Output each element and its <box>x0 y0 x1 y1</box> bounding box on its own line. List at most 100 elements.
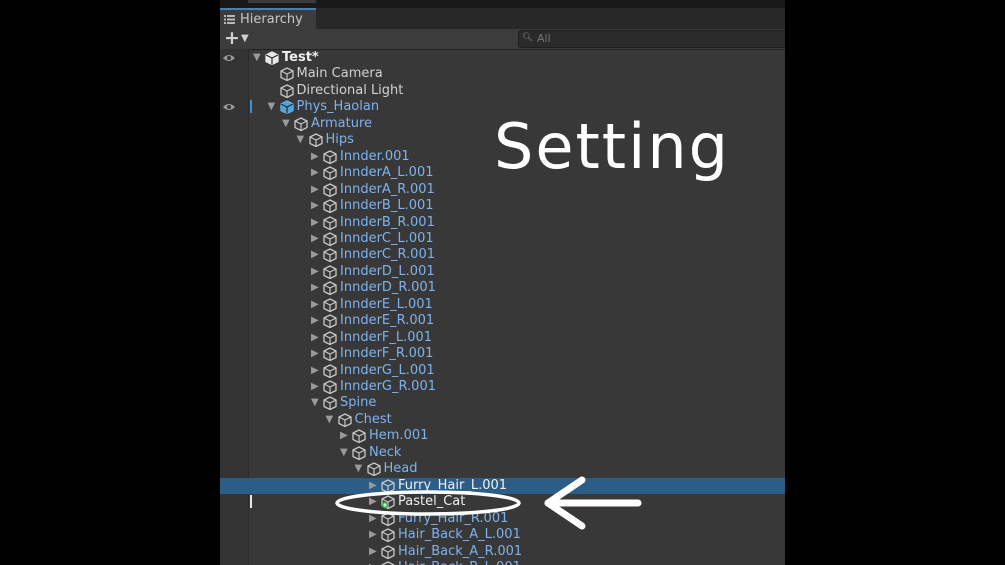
gameobject-cube-icon <box>323 363 337 378</box>
gameobject-cube-icon <box>323 232 337 246</box>
tree-row-label: InnderB_R.001 <box>340 214 435 230</box>
expand-down-icon[interactable]: ▼ <box>297 132 307 148</box>
gameobject-cube-icon <box>308 133 323 148</box>
gameobject-cube-icon <box>323 314 337 329</box>
tree-row-label: Neck <box>369 444 402 460</box>
expand-right-icon[interactable]: ▶ <box>311 297 321 313</box>
gameobject-cube-icon <box>337 413 352 427</box>
tree-row-label: InnderA_L.001 <box>340 165 434 181</box>
expand-right-icon[interactable]: ▶ <box>311 346 321 362</box>
expand-right-icon[interactable]: ▶ <box>311 247 321 263</box>
tree-row-label: Innder.001 <box>340 148 410 164</box>
tree-row-label: Hair_Back_B_L.001 <box>398 560 521 565</box>
gameobject-cube-icon <box>381 528 395 543</box>
tree-row-label: InnderD_R.001 <box>340 280 436 296</box>
tree-row[interactable]: ▶ InnderC_R.001 <box>220 247 785 264</box>
tree-row[interactable]: ▶ InnderB_L.001 <box>220 198 785 215</box>
gameobject-cube-icon <box>294 117 308 131</box>
tree-row-label: Main Camera <box>296 66 383 82</box>
gameobject-cube-icon <box>323 166 337 181</box>
gameobject-cube-icon <box>323 199 337 214</box>
gameobject-cube-icon <box>323 396 337 411</box>
tree-row-label: InnderC_R.001 <box>340 247 435 263</box>
expand-right-icon[interactable]: ▶ <box>311 379 321 395</box>
chevron-down-icon: ▼ <box>241 33 249 44</box>
tree-row[interactable]: ▶ InnderG_L.001 <box>220 363 785 380</box>
tree-row-label: InnderE_R.001 <box>340 313 435 329</box>
tree-row[interactable]: Main Camera <box>220 66 785 83</box>
expand-right-icon[interactable]: ▶ <box>369 544 379 560</box>
tree-row[interactable]: ▶ InnderE_L.001 <box>220 297 785 314</box>
expand-down-icon[interactable]: ▼ <box>253 50 263 66</box>
expand-right-icon[interactable]: ▶ <box>311 215 321 231</box>
expand-right-icon[interactable]: ▶ <box>311 182 321 198</box>
gameobject-cube-icon <box>352 446 366 460</box>
tree-row[interactable]: ▼ Chest <box>220 412 785 429</box>
expand-right-icon[interactable]: ▶ <box>311 363 321 379</box>
annotation-overlay <box>335 476 642 530</box>
tree-row-label: Phys_Haolan <box>296 99 380 115</box>
tree-row[interactable]: ▶ Hem.001 <box>220 428 785 445</box>
tree-row[interactable]: ▶ Hair_Back_B_L.001 <box>220 560 785 565</box>
expand-down-icon[interactable]: ▼ <box>311 395 321 411</box>
expand-right-icon[interactable]: ▶ <box>311 149 321 165</box>
tree-row-label: InnderF_R.001 <box>340 346 434 362</box>
tree-row[interactable]: ▶ InnderF_R.001 <box>220 346 785 363</box>
expand-right-icon[interactable]: ▶ <box>311 264 321 280</box>
expand-down-icon[interactable]: ▼ <box>268 99 278 115</box>
expand-down-icon[interactable]: ▼ <box>326 412 336 428</box>
search-box[interactable]: 🔍︎ <box>518 30 785 48</box>
tree-row-label: InnderG_R.001 <box>340 379 436 394</box>
gameobject-cube-icon <box>381 561 395 565</box>
tree-row[interactable]: ▼ Test* <box>220 50 785 67</box>
tree-row[interactable]: ▶ InnderC_L.001 <box>220 231 785 248</box>
expand-right-icon[interactable]: ▶ <box>311 330 321 346</box>
tree-row[interactable]: ▶ InnderB_R.001 <box>220 215 785 232</box>
visibility-eye-icon[interactable] <box>222 53 236 63</box>
gameobject-cube-icon <box>279 84 294 98</box>
highlight-circle <box>335 490 521 516</box>
search-input[interactable] <box>537 31 785 46</box>
gameobject-cube-icon <box>323 330 337 345</box>
tree-row-label: InnderF_L.001 <box>340 329 433 345</box>
plus-icon: + <box>224 27 240 49</box>
tree-row[interactable]: ▶ Hair_Back_A_R.001 <box>220 544 785 561</box>
tree-row[interactable]: ▶ InnderD_R.001 <box>220 280 785 297</box>
gameobject-cube-icon <box>323 182 337 197</box>
expand-right-icon[interactable]: ▶ <box>311 165 321 181</box>
gameobject-cube-icon <box>381 544 395 559</box>
expand-right-icon[interactable]: ▶ <box>311 280 321 296</box>
gameobject-cube-icon <box>323 281 337 296</box>
tree-row-label: Hem.001 <box>369 428 429 444</box>
list-icon <box>224 15 235 24</box>
tree-row[interactable]: ▶ InnderD_L.001 <box>220 264 785 281</box>
tree-row[interactable]: ▼ Neck <box>220 445 785 462</box>
tree-row[interactable]: Directional Light <box>220 83 785 100</box>
tree-row[interactable]: ▶ InnderG_R.001 <box>220 379 785 396</box>
tab-bar: Hierarchy <box>220 8 785 29</box>
expand-down-icon[interactable]: ▼ <box>340 445 350 461</box>
tree-row-label: InnderE_L.001 <box>340 296 433 312</box>
tree-row[interactable]: ▼ Spine <box>220 395 785 412</box>
overlay-title: Setting <box>494 110 730 183</box>
search-icon: 🔍︎ <box>522 33 534 43</box>
hierarchy-toolbar: + ▼ 🔍︎ <box>220 27 785 50</box>
tree-row-label: InnderG_L.001 <box>340 362 435 378</box>
top-strip-mark <box>248 0 316 3</box>
expand-right-icon[interactable]: ▶ <box>340 428 350 444</box>
expand-right-icon[interactable]: ▶ <box>311 231 321 247</box>
tree-row[interactable]: ▶ InnderE_R.001 <box>220 313 785 330</box>
tab-hierarchy[interactable]: Hierarchy <box>220 8 316 29</box>
gameobject-cube-icon <box>323 150 337 164</box>
tree-row-label: Test* <box>282 50 319 65</box>
expand-down-icon[interactable]: ▼ <box>282 116 292 132</box>
expand-right-icon[interactable]: ▶ <box>369 560 379 565</box>
expand-right-icon[interactable]: ▶ <box>311 198 321 214</box>
tree-row-label: InnderA_R.001 <box>340 181 435 197</box>
expand-right-icon[interactable]: ▶ <box>311 313 321 329</box>
tree-row[interactable]: ▶ InnderA_R.001 <box>220 182 785 199</box>
tree-row[interactable]: ▶ InnderF_L.001 <box>220 330 785 347</box>
add-object-button[interactable]: + ▼ <box>223 27 253 49</box>
tree-row-label: Chest <box>354 411 392 427</box>
visibility-eye-icon[interactable] <box>222 102 236 112</box>
